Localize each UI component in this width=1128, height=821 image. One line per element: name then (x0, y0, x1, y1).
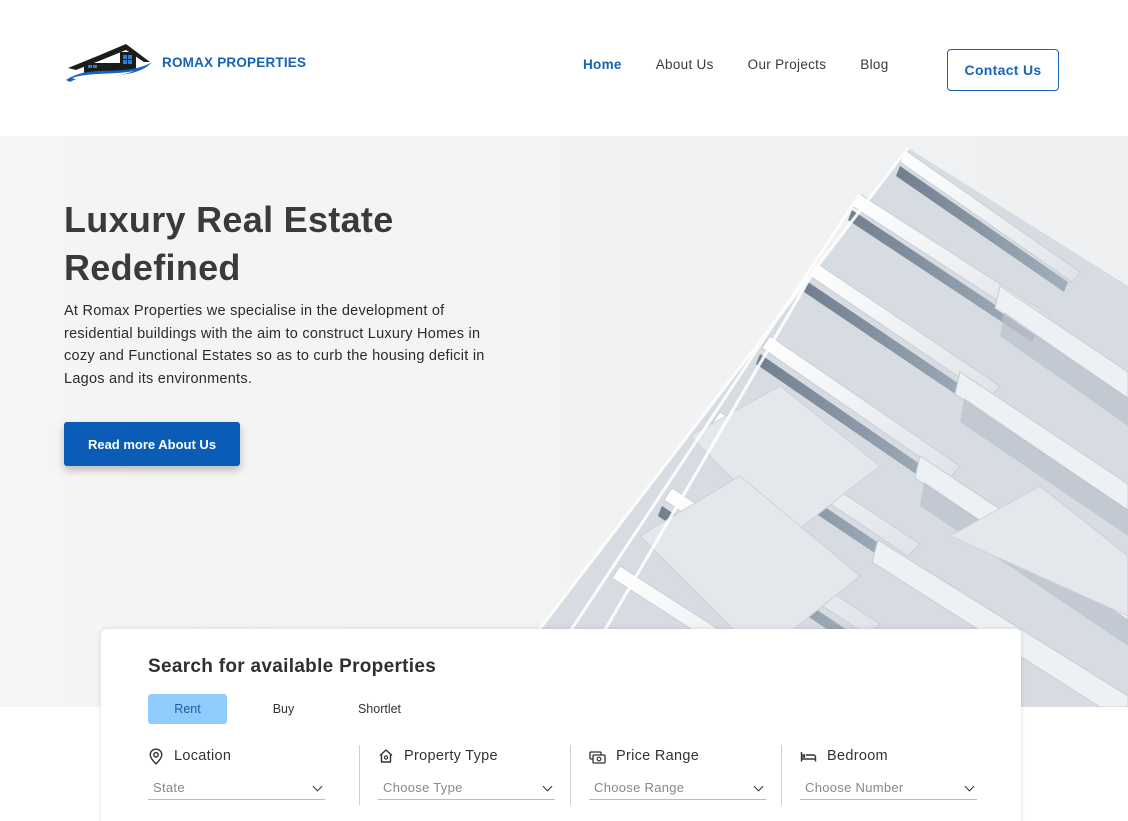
location-placeholder: State (153, 779, 185, 795)
site-header: ROMAX PROPERTIES Home About Us Our Proje… (0, 0, 1128, 136)
nav-our-projects[interactable]: Our Projects (748, 57, 827, 72)
location-select[interactable]: State (148, 775, 325, 800)
nav-about-us[interactable]: About Us (656, 57, 714, 72)
property-type-label: Property Type (404, 748, 498, 764)
property-type-placeholder: Choose Type (383, 779, 463, 795)
hero-title: Luxury Real Estate Redefined (64, 199, 394, 288)
read-more-about-us-button[interactable]: Read more About Us (64, 422, 240, 466)
bedroom-placeholder: Choose Number (805, 779, 904, 795)
brand-name: ROMAX PROPERTIES (162, 54, 307, 70)
price-range-field: Price Range Choose Range (570, 745, 781, 805)
nav-blog[interactable]: Blog (860, 57, 888, 72)
property-type-select[interactable]: Choose Type (378, 775, 555, 800)
chevron-down-icon (542, 781, 553, 791)
house-logo-icon (66, 44, 152, 82)
bedroom-select[interactable]: Choose Number (800, 775, 977, 800)
property-search-card: Search for available Properties Rent Buy… (101, 629, 1021, 821)
bed-icon (800, 751, 817, 761)
location-field: Location State (148, 745, 359, 805)
price-range-label: Price Range (616, 748, 700, 764)
brand-logo[interactable]: ROMAX PROPERTIES (64, 42, 306, 86)
bedroom-field: Bedroom Choose Number (781, 745, 992, 805)
search-tabs: Rent Buy Shortlet (148, 694, 436, 724)
search-fields: Location State Property Type Choose Type… (148, 745, 992, 805)
nav-home[interactable]: Home (583, 57, 622, 72)
search-title: Search for available Properties (148, 656, 437, 677)
main-nav: Home About Us Our Projects Blog (583, 57, 923, 72)
tab-shortlet[interactable]: Shortlet (340, 694, 419, 724)
tab-rent[interactable]: Rent (148, 694, 227, 724)
price-range-select[interactable]: Choose Range (589, 775, 766, 800)
property-type-field: Property Type Choose Type (359, 745, 570, 805)
price-range-placeholder: Choose Range (594, 779, 685, 795)
location-label: Location (174, 748, 232, 764)
hero-section: Luxury Real Estate Redefined At Romax Pr… (0, 136, 1128, 707)
bedroom-label: Bedroom (827, 748, 888, 764)
chevron-down-icon (312, 781, 323, 791)
contact-us-button[interactable]: Contact Us (947, 49, 1059, 91)
chevron-down-icon (964, 781, 975, 791)
location-pin-icon (149, 747, 163, 765)
money-icon (589, 750, 606, 764)
chevron-down-icon (753, 781, 764, 791)
house-icon (379, 749, 393, 763)
hero-description: At Romax Properties we specialise in the… (64, 303, 485, 387)
tab-buy[interactable]: Buy (244, 694, 323, 724)
